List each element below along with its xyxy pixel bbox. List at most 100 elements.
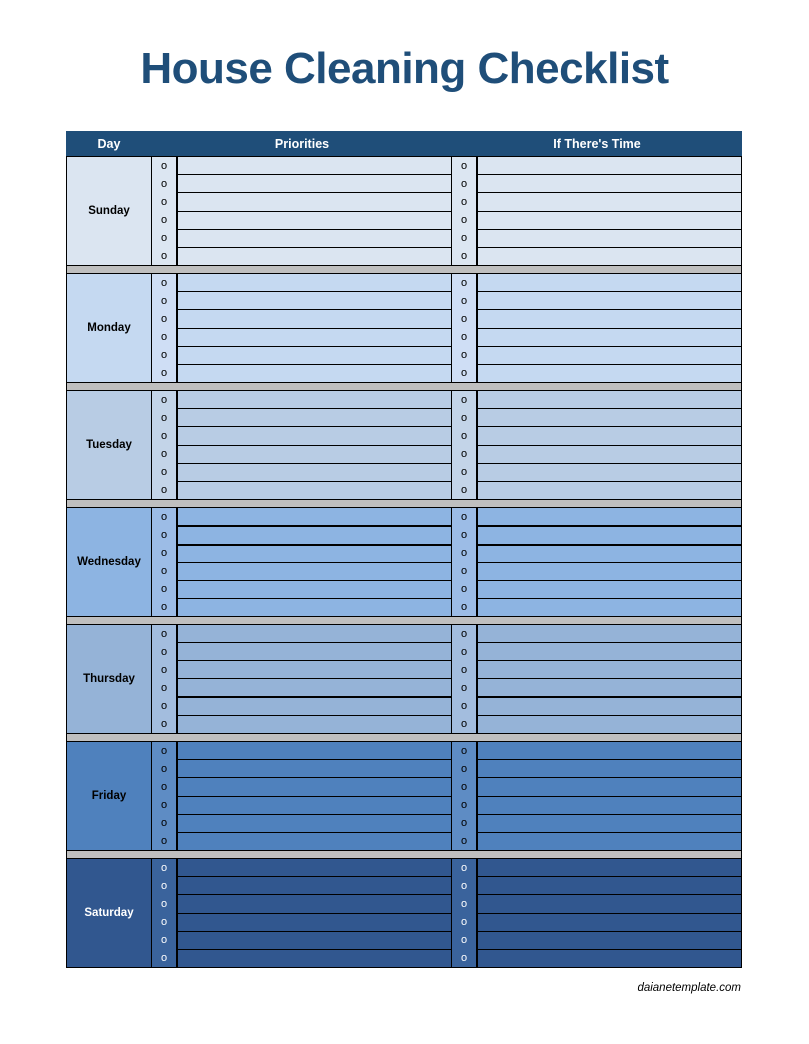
checkbox-marker-icon[interactable]: o — [152, 697, 176, 715]
task-entry-line[interactable] — [478, 446, 741, 464]
checkbox-marker-icon[interactable]: o — [452, 877, 476, 895]
task-entry-line[interactable] — [178, 527, 451, 546]
task-entry-line[interactable] — [478, 292, 741, 311]
task-entry-line[interactable] — [478, 760, 741, 779]
checkbox-marker-icon[interactable]: o — [152, 796, 176, 814]
checkbox-marker-icon[interactable]: o — [152, 778, 176, 796]
task-entry-line[interactable] — [178, 391, 451, 410]
task-entry-line[interactable] — [478, 175, 741, 194]
task-entry-line[interactable] — [478, 643, 741, 661]
checkbox-marker-icon[interactable]: o — [452, 697, 476, 715]
checkbox-marker-icon[interactable]: o — [152, 832, 176, 850]
checkbox-marker-icon[interactable]: o — [452, 391, 476, 409]
task-entry-line[interactable] — [178, 563, 451, 582]
task-entry-line[interactable] — [478, 778, 741, 797]
task-entry-line[interactable] — [478, 679, 741, 698]
task-entry-line[interactable] — [478, 698, 741, 716]
checkbox-marker-icon[interactable]: o — [452, 310, 476, 328]
checkbox-marker-icon[interactable]: o — [452, 481, 476, 499]
checkbox-marker-icon[interactable]: o — [452, 247, 476, 265]
checkbox-marker-icon[interactable]: o — [452, 544, 476, 562]
task-entry-line[interactable] — [478, 815, 741, 833]
task-entry-line[interactable] — [178, 859, 451, 878]
checkbox-marker-icon[interactable]: o — [452, 715, 476, 733]
task-entry-line[interactable] — [478, 661, 741, 679]
checkbox-marker-icon[interactable]: o — [452, 526, 476, 544]
task-entry-line[interactable] — [478, 230, 741, 248]
task-entry-line[interactable] — [178, 625, 451, 643]
task-entry-line[interactable] — [478, 482, 741, 499]
checkbox-marker-icon[interactable]: o — [452, 895, 476, 913]
task-entry-line[interactable] — [178, 212, 451, 230]
checkbox-marker-icon[interactable]: o — [152, 562, 176, 580]
task-entry-line[interactable] — [478, 508, 741, 527]
task-entry-line[interactable] — [178, 833, 451, 850]
checkbox-marker-icon[interactable]: o — [152, 544, 176, 562]
checkbox-marker-icon[interactable]: o — [152, 328, 176, 346]
task-entry-line[interactable] — [478, 329, 741, 347]
checkbox-marker-icon[interactable]: o — [452, 175, 476, 193]
task-entry-line[interactable] — [178, 427, 451, 446]
checkbox-marker-icon[interactable]: o — [452, 463, 476, 481]
checkbox-marker-icon[interactable]: o — [152, 931, 176, 949]
task-entry-line[interactable] — [178, 446, 451, 464]
checkbox-marker-icon[interactable]: o — [152, 625, 176, 643]
checkbox-marker-icon[interactable]: o — [452, 679, 476, 697]
checkbox-marker-icon[interactable]: o — [452, 445, 476, 463]
task-entry-line[interactable] — [478, 409, 741, 428]
task-entry-line[interactable] — [178, 914, 451, 932]
checkbox-marker-icon[interactable]: o — [152, 157, 176, 175]
task-entry-line[interactable] — [178, 292, 451, 311]
task-entry-line[interactable] — [478, 581, 741, 600]
checkbox-marker-icon[interactable]: o — [152, 364, 176, 382]
checkbox-marker-icon[interactable]: o — [452, 796, 476, 814]
checkbox-marker-icon[interactable]: o — [152, 715, 176, 733]
task-entry-line[interactable] — [478, 914, 741, 932]
checkbox-marker-icon[interactable]: o — [452, 508, 476, 526]
task-entry-line[interactable] — [178, 778, 451, 797]
task-entry-line[interactable] — [478, 248, 741, 265]
task-entry-line[interactable] — [478, 310, 741, 329]
task-entry-line[interactable] — [178, 347, 451, 365]
checkbox-marker-icon[interactable]: o — [452, 427, 476, 445]
task-entry-line[interactable] — [178, 950, 451, 967]
task-entry-line[interactable] — [178, 599, 451, 616]
task-entry-line[interactable] — [478, 716, 741, 733]
checkbox-marker-icon[interactable]: o — [152, 760, 176, 778]
checkbox-marker-icon[interactable]: o — [152, 643, 176, 661]
task-entry-line[interactable] — [178, 175, 451, 194]
checkbox-marker-icon[interactable]: o — [152, 508, 176, 526]
checkbox-marker-icon[interactable]: o — [152, 391, 176, 409]
task-entry-line[interactable] — [478, 625, 741, 643]
checkbox-marker-icon[interactable]: o — [452, 931, 476, 949]
task-entry-line[interactable] — [478, 527, 741, 546]
checkbox-marker-icon[interactable]: o — [152, 859, 176, 877]
task-entry-line[interactable] — [178, 581, 451, 600]
task-entry-line[interactable] — [178, 877, 451, 896]
checkbox-marker-icon[interactable]: o — [452, 760, 476, 778]
checkbox-marker-icon[interactable]: o — [452, 580, 476, 598]
task-entry-line[interactable] — [478, 391, 741, 410]
checkbox-marker-icon[interactable]: o — [452, 193, 476, 211]
checkbox-marker-icon[interactable]: o — [452, 292, 476, 310]
checkbox-marker-icon[interactable]: o — [452, 643, 476, 661]
checkbox-marker-icon[interactable]: o — [452, 859, 476, 877]
task-entry-line[interactable] — [478, 193, 741, 212]
checkbox-marker-icon[interactable]: o — [152, 580, 176, 598]
checkbox-marker-icon[interactable]: o — [152, 661, 176, 679]
checkbox-marker-icon[interactable]: o — [152, 445, 176, 463]
checkbox-marker-icon[interactable]: o — [152, 526, 176, 544]
checkbox-marker-icon[interactable]: o — [452, 229, 476, 247]
task-entry-line[interactable] — [478, 347, 741, 365]
checkbox-marker-icon[interactable]: o — [452, 742, 476, 760]
task-entry-line[interactable] — [178, 698, 451, 716]
checkbox-marker-icon[interactable]: o — [152, 877, 176, 895]
task-entry-line[interactable] — [178, 679, 451, 698]
task-entry-line[interactable] — [178, 365, 451, 382]
task-entry-line[interactable] — [178, 193, 451, 212]
checkbox-marker-icon[interactable]: o — [452, 598, 476, 616]
task-entry-line[interactable] — [178, 508, 451, 527]
task-entry-line[interactable] — [478, 464, 741, 482]
task-entry-line[interactable] — [178, 157, 451, 176]
checkbox-marker-icon[interactable]: o — [452, 409, 476, 427]
